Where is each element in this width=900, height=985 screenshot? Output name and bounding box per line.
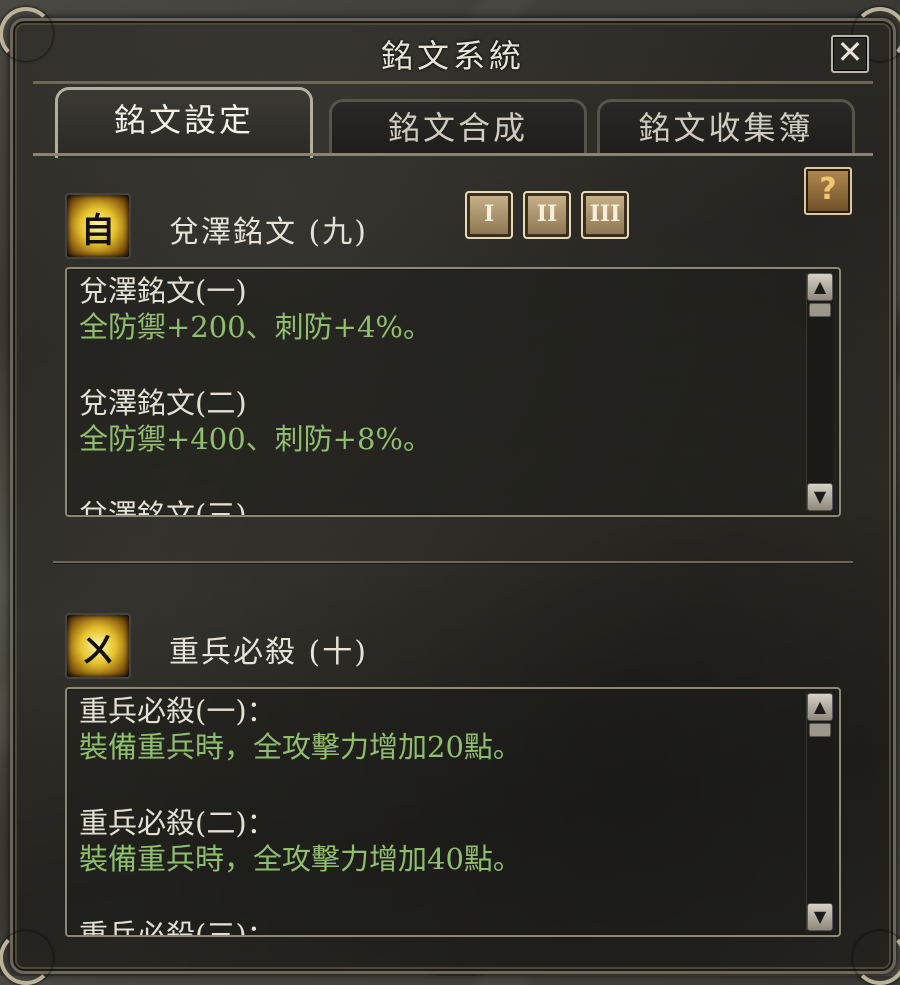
- list-item-name: 重兵必殺(二)：: [79, 806, 276, 840]
- list-item-name: 兌澤銘文(三): [79, 498, 247, 517]
- inscription-window: 銘文系統 ✕ 銘文設定 銘文合成 銘文收集簿 I II III ? 自 兌澤銘文…: [0, 7, 900, 985]
- scroll-thumb[interactable]: [809, 723, 831, 737]
- inscription-icon: 自: [65, 193, 131, 259]
- list-item-desc: 全防禦+400、刺防+8%。: [79, 422, 432, 456]
- frame-corner-ornament: [0, 931, 53, 985]
- list-item-name: 重兵必殺(一)：: [79, 694, 276, 728]
- inscription-icon-glyph: ㄨ: [81, 631, 115, 671]
- tab-underline: [33, 153, 873, 156]
- scroll-thumb[interactable]: [809, 303, 831, 317]
- inscription-icon: ㄨ: [65, 613, 131, 679]
- inscription-icon-glyph: 自: [81, 211, 115, 251]
- frame-corner-ornament: [853, 931, 900, 985]
- title-bar[interactable]: 銘文系統 ✕: [33, 27, 873, 84]
- list-item-desc: 裝備重兵時，全攻擊力增加20點。: [79, 730, 522, 764]
- tab-inscription-collection[interactable]: 銘文收集簿: [597, 99, 855, 154]
- help-button[interactable]: ?: [804, 167, 852, 215]
- window-title: 銘文系統: [380, 37, 525, 75]
- tab-bar: 銘文設定 銘文合成 銘文收集簿: [55, 87, 865, 158]
- scroll-down-button[interactable]: ▼: [807, 483, 833, 511]
- close-button[interactable]: ✕: [831, 35, 869, 73]
- list-item-name: 兌澤銘文(二): [79, 386, 247, 420]
- list-item-name: 兌澤銘文(一): [79, 274, 247, 308]
- section-title: 重兵必殺 (十): [169, 635, 368, 670]
- page-2-button[interactable]: II: [523, 191, 571, 239]
- section-divider: [53, 561, 853, 563]
- tab-inscription-settings[interactable]: 銘文設定: [55, 87, 313, 158]
- section-title: 兌澤銘文 (九): [169, 215, 368, 250]
- page-1-button[interactable]: I: [465, 191, 513, 239]
- page-3-button[interactable]: III: [581, 191, 629, 239]
- list-item-desc: 全防禦+200、刺防+4%。: [79, 310, 432, 344]
- scroll-up-button[interactable]: ▲: [807, 693, 833, 721]
- scroll-up-button[interactable]: ▲: [807, 273, 833, 301]
- list-item-desc: 裝備重兵時，全攻擊力增加40點。: [79, 842, 522, 876]
- scrollbar[interactable]: ▲ ▼: [806, 273, 833, 511]
- tab-inscription-synthesis[interactable]: 銘文合成: [329, 99, 587, 154]
- scrollbar[interactable]: ▲ ▼: [806, 693, 833, 931]
- inscription-effect-list[interactable]: 重兵必殺(一)： 裝備重兵時，全攻擊力增加20點。 重兵必殺(二)： 裝備重兵時…: [65, 687, 841, 937]
- list-content: 兌澤銘文(一) 全防禦+200、刺防+4%。 兌澤銘文(二) 全防禦+400、刺…: [79, 273, 795, 517]
- scroll-down-button[interactable]: ▼: [807, 903, 833, 931]
- inscription-effect-list[interactable]: 兌澤銘文(一) 全防禦+200、刺防+4%。 兌澤銘文(二) 全防禦+400、刺…: [65, 267, 841, 517]
- list-item-name: 重兵必殺(三)：: [79, 918, 276, 937]
- list-content: 重兵必殺(一)： 裝備重兵時，全攻擊力增加20點。 重兵必殺(二)： 裝備重兵時…: [79, 693, 795, 937]
